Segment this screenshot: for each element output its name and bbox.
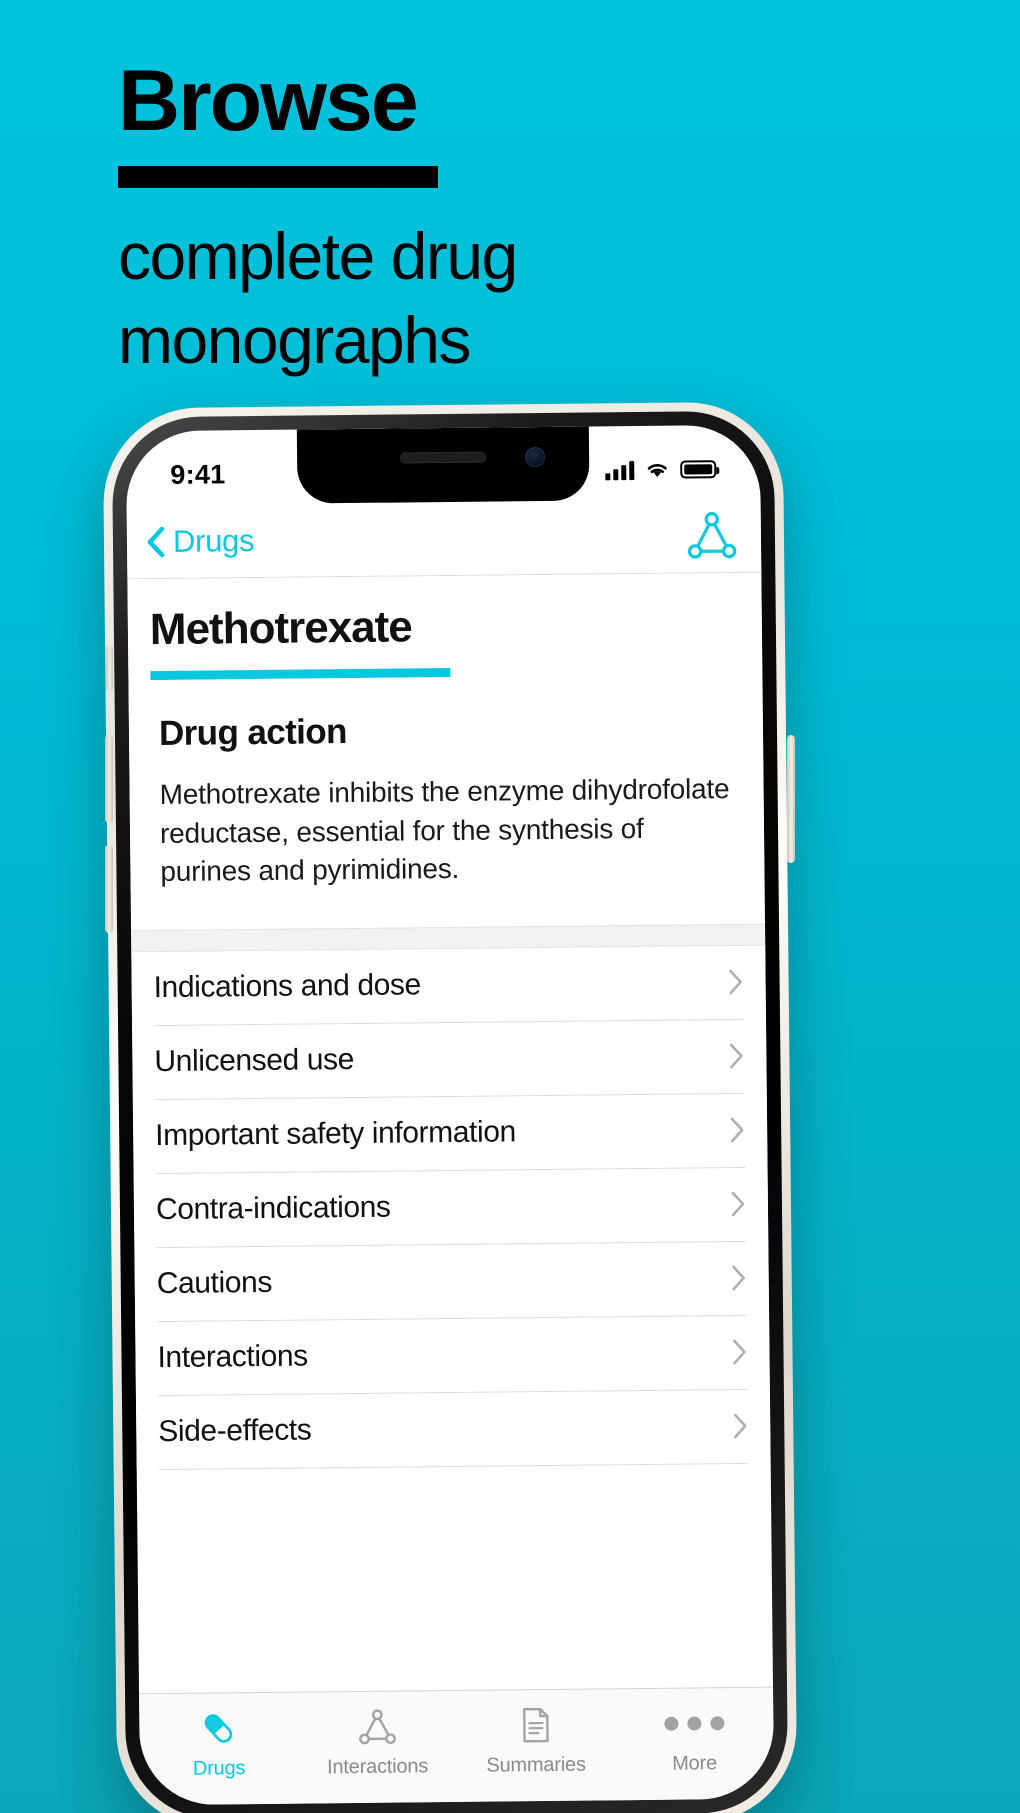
capsule-icon bbox=[198, 1705, 238, 1751]
list-item-label: Side-effects bbox=[158, 1413, 312, 1449]
chevron-left-icon bbox=[145, 525, 165, 557]
interactions-triangle-icon[interactable] bbox=[685, 510, 740, 561]
signal-bars-icon bbox=[605, 460, 635, 481]
chevron-right-icon bbox=[727, 968, 743, 996]
back-button-label: Drugs bbox=[172, 522, 255, 559]
document-icon bbox=[517, 1702, 553, 1748]
phone-screen: 9:41 Drugs Methotrexate Drug action Meth… bbox=[125, 424, 775, 1806]
tab-summaries[interactable]: Summaries bbox=[456, 1701, 615, 1778]
list-item[interactable]: Important safety information bbox=[154, 1093, 746, 1174]
list-item[interactable]: Cautions bbox=[156, 1241, 748, 1322]
promo-subheadline: complete drug monographs bbox=[118, 219, 518, 378]
tab-interactions[interactable]: Interactions bbox=[298, 1703, 457, 1780]
ellipsis-icon bbox=[664, 1700, 725, 1747]
list-item-label: Unlicensed use bbox=[154, 1043, 355, 1079]
promo-underline-bar bbox=[118, 166, 438, 188]
chevron-right-icon bbox=[732, 1412, 748, 1440]
chevron-right-icon bbox=[731, 1338, 747, 1366]
list-item-label: Important safety information bbox=[155, 1115, 516, 1153]
list-item-label: Interactions bbox=[157, 1339, 308, 1375]
list-item-label: Indications and dose bbox=[153, 968, 422, 1005]
list-item[interactable]: Side-effects bbox=[157, 1389, 749, 1470]
phone-mockup: 9:41 Drugs Methotrexate Drug action Meth… bbox=[102, 401, 798, 1813]
section-body-text: Methotrexate inhibits the enzyme dihydro… bbox=[159, 773, 730, 888]
drug-action-section: Drug action Methotrexate inhibits the en… bbox=[128, 673, 765, 893]
list-item[interactable]: Contra-indications bbox=[155, 1167, 747, 1248]
promo-text-block: Browse complete drug monographs bbox=[118, 58, 918, 383]
power-button[interactable] bbox=[787, 735, 795, 863]
tab-label: Summaries bbox=[486, 1753, 586, 1777]
list-item[interactable]: Unlicensed use bbox=[154, 1019, 745, 1100]
tab-label: More bbox=[672, 1752, 718, 1775]
status-time: 9:41 bbox=[170, 458, 226, 490]
list-item[interactable]: Interactions bbox=[157, 1315, 748, 1396]
section-heading: Drug action bbox=[158, 712, 348, 754]
status-icons bbox=[605, 459, 717, 481]
section-list: Indications and dose Unlicensed use Import… bbox=[131, 945, 771, 1471]
wifi-icon bbox=[647, 464, 667, 477]
chevron-right-icon bbox=[729, 1116, 745, 1144]
list-item-label: Cautions bbox=[156, 1266, 273, 1301]
triangle-icon bbox=[357, 1704, 397, 1750]
navigation-bar: Drugs bbox=[126, 498, 762, 580]
chevron-right-icon bbox=[730, 1190, 746, 1218]
back-button[interactable]: Drugs bbox=[145, 523, 255, 560]
chevron-right-icon bbox=[728, 1042, 744, 1070]
battery-full-icon bbox=[680, 460, 717, 479]
list-item[interactable]: Indications and dose bbox=[153, 945, 745, 1026]
tab-drugs[interactable]: Drugs bbox=[139, 1705, 298, 1782]
list-item-label: Contra-indications bbox=[155, 1191, 391, 1227]
tab-label: Interactions bbox=[326, 1755, 429, 1779]
tab-bar: Drugs Interactions Summaries More bbox=[139, 1686, 775, 1806]
monograph-header: Methotrexate bbox=[127, 572, 763, 681]
promo-headline: Browse bbox=[118, 53, 419, 149]
status-bar: 9:41 bbox=[126, 425, 761, 506]
chevron-right-icon bbox=[731, 1264, 747, 1292]
volume-up-button[interactable] bbox=[105, 735, 113, 823]
tab-more[interactable]: More bbox=[615, 1700, 774, 1777]
volume-down-button[interactable] bbox=[105, 845, 113, 933]
tab-label: Drugs bbox=[192, 1757, 246, 1780]
page-title: Methotrexate bbox=[149, 602, 412, 655]
mute-switch[interactable] bbox=[106, 645, 113, 691]
